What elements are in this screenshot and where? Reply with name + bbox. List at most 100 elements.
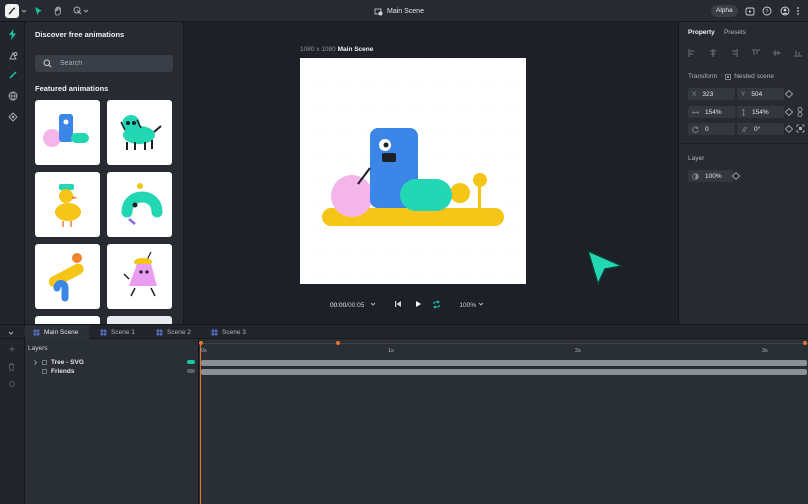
collapse-timeline-chevron-icon[interactable] (8, 330, 14, 336)
tab-presets[interactable]: Presets (724, 29, 746, 36)
skip-back-button[interactable] (394, 300, 402, 310)
align-right-icon[interactable] (730, 49, 738, 57)
scene-tab-label: Scene 1 (111, 329, 135, 336)
delete-layer-icon[interactable] (8, 363, 15, 371)
fit-to-frame-icon[interactable] (796, 124, 805, 133)
layer-name: Friends (51, 368, 75, 375)
document-title[interactable]: Main Scene (374, 4, 424, 18)
time-format-dropdown[interactable] (370, 301, 376, 309)
layer-type-icon (42, 369, 47, 374)
layer-visibility-toggle[interactable] (187, 369, 195, 373)
preview-icon[interactable] (745, 4, 755, 18)
time-ruler[interactable]: 0s 1s 2s 3s (199, 341, 808, 355)
play-button[interactable] (414, 300, 422, 310)
zoom-level[interactable]: 100% (459, 301, 484, 309)
scene-icon (374, 8, 383, 15)
lock-ratio-link-icon[interactable] (797, 107, 803, 117)
keyframe-position-icon[interactable] (785, 90, 793, 98)
layer-settings-icon[interactable] (9, 381, 15, 387)
animation-card-blue-friends[interactable] (35, 100, 100, 165)
keyframe-rotation-icon[interactable] (785, 125, 793, 133)
opacity-field[interactable]: 100% (688, 170, 733, 182)
keyframe-scale-icon[interactable] (785, 108, 793, 116)
scale-height-field[interactable]: 154% (737, 106, 784, 118)
track-tree-svg[interactable] (201, 360, 807, 366)
skew-field[interactable]: 0° (737, 123, 784, 135)
animation-card-pink-character[interactable] (107, 244, 172, 309)
animation-card-arch[interactable] (107, 172, 172, 237)
ruler-tick-label: 1s (388, 348, 394, 354)
select-tool-icon[interactable] (34, 4, 43, 18)
loop-button[interactable] (432, 299, 441, 311)
timeline-tracks[interactable]: 0s 1s 2s 3s (199, 339, 808, 504)
hand-tool-icon[interactable] (53, 4, 63, 18)
skip-back-icon (395, 301, 402, 307)
align-bottom-icon[interactable] (793, 49, 802, 57)
search-box[interactable] (35, 55, 173, 72)
transform-label: Transform (688, 73, 718, 80)
align-left-icon[interactable] (688, 49, 696, 57)
align-toolbar (688, 49, 802, 57)
zoom-value: 100% (459, 302, 476, 309)
playback-controls: 00:00 /00:05 100% (330, 299, 484, 311)
layer-row-friends[interactable]: Friends (42, 368, 74, 375)
range-end-marker[interactable] (803, 341, 807, 345)
align-center-h-icon[interactable] (709, 49, 717, 57)
account-icon[interactable] (780, 4, 790, 18)
position-y-field[interactable]: Y 504 (737, 88, 784, 100)
keyframe-opacity-icon[interactable] (732, 172, 740, 180)
help-icon[interactable]: ? (762, 4, 772, 18)
artboard-size: 1080 x 1080 (300, 46, 336, 53)
svg-text:?: ? (765, 9, 768, 15)
discover-lightning-icon[interactable] (6, 28, 19, 41)
components-icon[interactable] (6, 110, 19, 123)
ruler-tick-label: 3s (762, 348, 768, 354)
align-top-icon[interactable] (751, 49, 760, 57)
track-friends[interactable] (201, 369, 807, 375)
width-arrows-icon (692, 110, 699, 114)
skew-value: 0° (754, 125, 761, 133)
animation-card-dog[interactable] (107, 100, 172, 165)
layers-title: Layers (28, 345, 48, 352)
animation-card-partial-2[interactable] (107, 316, 172, 324)
rotation-field[interactable]: 0 (688, 123, 735, 135)
shape-tool-icon[interactable] (73, 4, 89, 18)
scene-tab-1[interactable]: Scene 1 (92, 325, 143, 340)
animation-card-duck[interactable] (35, 172, 100, 237)
more-options-icon[interactable] (796, 4, 800, 18)
animation-card-partial-1[interactable] (35, 316, 100, 324)
canvas-area[interactable]: 1080 x 1080 Main Scene 00:00 /00:05 100% (185, 22, 677, 324)
logo-menu-chevron-icon[interactable] (21, 4, 27, 18)
plugins-globe-icon[interactable] (6, 89, 19, 102)
position-x-field[interactable]: X 323 (688, 88, 735, 100)
y-value: 504 (751, 90, 763, 98)
layer-visibility-toggle[interactable] (187, 360, 195, 364)
scale-width-field[interactable]: 154% (688, 106, 735, 118)
search-input[interactable] (60, 60, 160, 67)
dog-thumbnail (120, 115, 162, 150)
layer-row-tree[interactable]: Tree - SVG (33, 359, 84, 366)
pink-character-thumbnail (123, 251, 157, 297)
y-key: Y (741, 90, 746, 98)
scene-frame-icon (156, 329, 163, 336)
range-marker[interactable] (336, 341, 340, 345)
tab-property[interactable]: Property (688, 29, 715, 36)
animation-card-pill[interactable] (35, 244, 100, 309)
align-center-v-icon[interactable] (772, 49, 781, 57)
scene-tab-label: Main Scene (44, 329, 79, 336)
duck-thumbnail (55, 184, 81, 227)
app-logo[interactable] (5, 4, 19, 18)
assets-icon[interactable] (6, 49, 19, 62)
artboard[interactable] (300, 58, 526, 284)
pen-tool-icon[interactable] (6, 68, 19, 81)
add-layer-icon[interactable] (9, 346, 15, 352)
playhead[interactable] (200, 341, 201, 504)
scene-tab-2[interactable]: Scene 2 (148, 325, 199, 340)
top-bar: Main Scene Alpha ? (0, 0, 808, 22)
expand-chevron-icon[interactable] (33, 360, 38, 365)
scene-tab-main[interactable]: Main Scene (25, 325, 89, 340)
featured-title: Featured animations (35, 84, 109, 93)
ruler-tick-label: 2s (575, 348, 581, 354)
height-arrows-icon (741, 108, 746, 116)
scene-tab-3[interactable]: Scene 3 (203, 325, 254, 340)
